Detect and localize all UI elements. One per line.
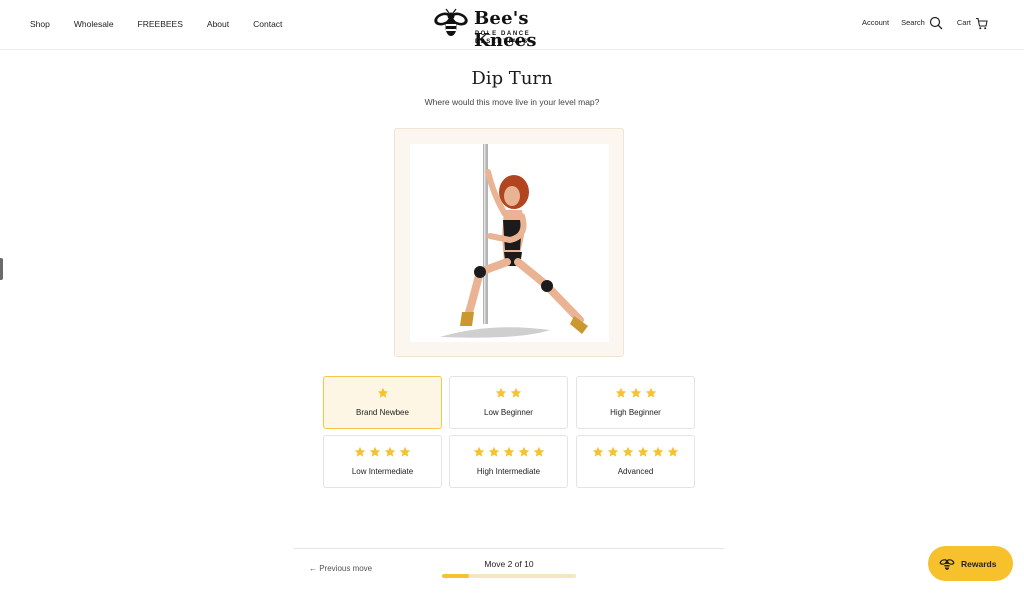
star-rating [450, 387, 567, 401]
star-icon [399, 446, 411, 457]
star-icon [622, 446, 634, 457]
cart-label: Cart [956, 18, 971, 27]
star-icon [369, 446, 381, 457]
star-icon [645, 387, 656, 398]
star-icon [510, 387, 522, 398]
page: Shop Wholesale FREEBEES About Contact Be… [0, 0, 1024, 593]
level-option-low-beginner[interactable]: Low Beginner [449, 376, 568, 429]
site-header: Shop Wholesale FREEBEES About Contact Be… [0, 0, 1024, 51]
progress-bar [442, 574, 576, 578]
level-label: High Intermediate [476, 467, 541, 476]
move-image [410, 144, 609, 342]
level-option-brand-newbee[interactable]: Brand Newbee [323, 376, 442, 429]
nav-wholesale[interactable]: Wholesale [74, 18, 114, 30]
search-icon [929, 16, 943, 30]
level-label: Low Intermediate [351, 467, 414, 476]
move-counter: Move 2 of 10 [484, 559, 534, 569]
star-rating [577, 387, 694, 401]
star-icon [652, 446, 664, 457]
pole-dancer-illustration-icon [440, 144, 588, 338]
level-label: Advanced [617, 467, 654, 476]
site-logo[interactable]: Bee's Knees POLE DANCE ESSENTIALS [433, 8, 585, 51]
level-option-advanced[interactable]: Advanced [576, 435, 695, 488]
star-icon [533, 446, 544, 457]
move-image-card [394, 128, 624, 357]
star-icon [473, 446, 484, 457]
footer-divider [294, 548, 724, 549]
star-icon [488, 446, 499, 457]
star-icon [667, 446, 679, 457]
star-icon [592, 446, 604, 457]
brand-tagline: POLE DANCE ESSENTIALS [475, 31, 531, 45]
move-title: Dip Turn [471, 68, 553, 89]
star-icon [384, 446, 396, 457]
header-actions: Account Search Cart [862, 16, 988, 30]
star-icon [615, 387, 626, 398]
star-rating [450, 446, 567, 460]
previous-move-link[interactable]: ← Previous move [309, 563, 372, 575]
level-option-high-intermediate[interactable]: High Intermediate [449, 435, 568, 488]
star-rating [577, 446, 694, 460]
star-rating [324, 387, 441, 401]
bee-icon [939, 558, 955, 570]
move-subtitle: Where would this move live in your level… [424, 97, 600, 107]
star-icon [495, 387, 507, 398]
search-label: Search [901, 18, 925, 27]
level-option-high-beginner[interactable]: High Beginner [576, 376, 695, 429]
side-tab-handle[interactable] [0, 258, 3, 280]
star-rating [324, 446, 441, 460]
nav-contact[interactable]: Contact [253, 18, 282, 30]
cart-icon [976, 17, 988, 29]
level-label: Brand Newbee [356, 408, 409, 417]
level-label: High Beginner [610, 408, 661, 417]
star-icon [377, 387, 388, 398]
star-icon [518, 446, 529, 457]
account-link[interactable]: Account [862, 16, 889, 30]
nav-about[interactable]: About [207, 18, 229, 30]
star-icon [630, 387, 641, 398]
nav-freebees[interactable]: FREEBEES [138, 18, 183, 30]
rewards-label: Rewards [961, 558, 997, 569]
progress-bar-fill [442, 574, 469, 578]
bee-logo-icon [434, 8, 468, 36]
level-option-low-intermediate[interactable]: Low Intermediate [323, 435, 442, 488]
nav-shop[interactable]: Shop [30, 18, 50, 30]
star-icon [354, 446, 366, 457]
rewards-button[interactable]: Rewards [928, 546, 1013, 581]
star-icon [503, 446, 514, 457]
search-button[interactable]: Search [901, 16, 943, 30]
level-label: Low Beginner [484, 408, 533, 417]
cart-button[interactable]: Cart [957, 16, 988, 30]
star-icon [607, 446, 619, 457]
star-icon [637, 446, 649, 457]
main-nav: Shop Wholesale FREEBEES About Contact [30, 18, 306, 30]
